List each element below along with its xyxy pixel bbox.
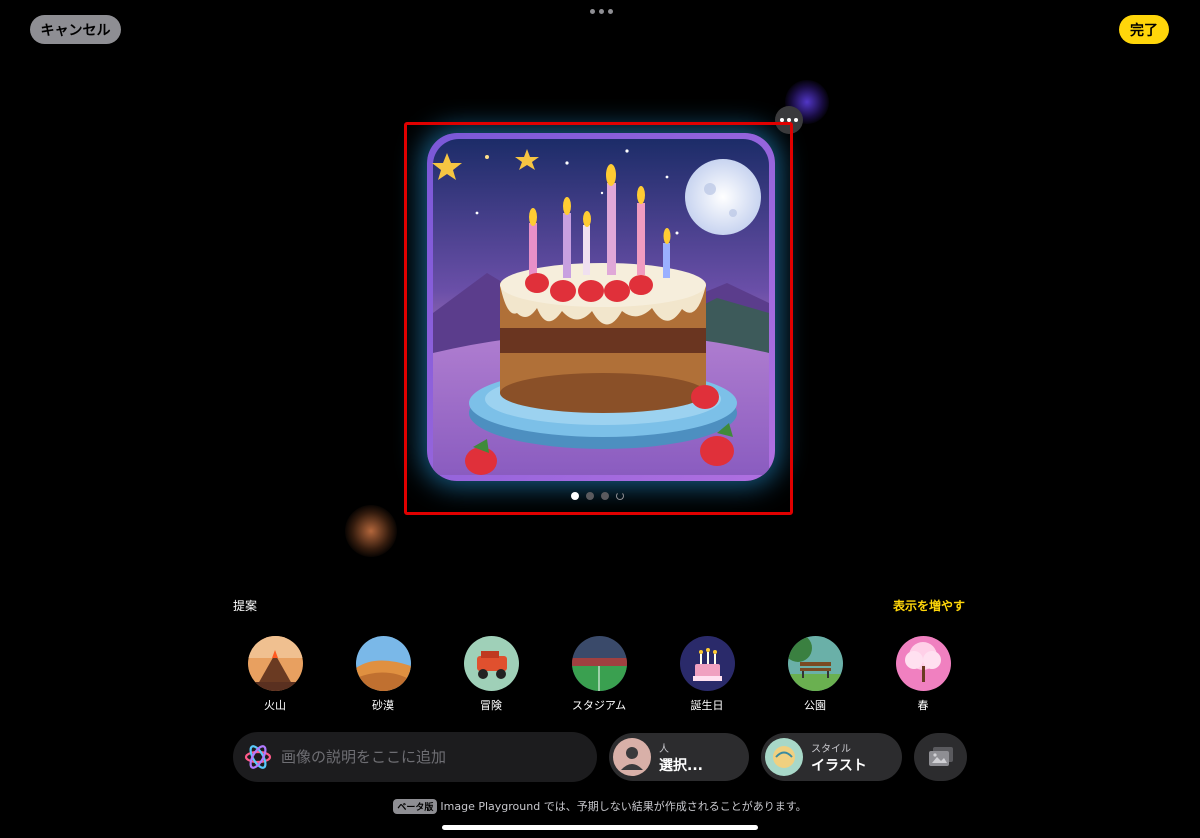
style-selector[interactable]: スタイル イラスト [761,733,902,781]
desert-icon [355,636,411,691]
person-selector[interactable]: 人 選択... [609,733,749,781]
jeep-icon [463,636,519,691]
image-playground-icon [243,742,273,772]
disclaimer: ベータ版 Image Playground では、予期しない結果が作成されること… [0,798,1200,814]
page-dot[interactable] [571,492,579,500]
page-dot[interactable] [586,492,594,500]
beta-badge: ベータ版 [393,798,438,814]
person-value: 選択... [659,757,703,774]
volcano-icon [247,636,303,691]
suggestion-label: 砂漠 [372,699,394,712]
suggestion-spring[interactable]: 春 [873,636,973,713]
suggestion-desert[interactable]: 砂漠 [333,636,433,713]
bench-icon [787,636,843,691]
generated-image[interactable] [427,133,775,481]
photo-library-button[interactable] [914,733,967,781]
loading-spinner-icon [616,492,624,500]
illustration-style-icon [765,738,803,776]
suggestion-adventure[interactable]: 冒険 [441,636,541,713]
cancel-button[interactable]: キャンセル [30,15,121,44]
style-value: イラスト [811,757,867,774]
suggestion-label: 誕生日 [690,699,724,712]
home-indicator[interactable] [442,825,758,830]
prompt-field[interactable] [233,732,597,782]
suggestion-stadium[interactable]: スタジアム [549,636,649,713]
suggestion-label: 公園 [804,699,826,712]
suggestions-row: 火山 砂漠 冒険 スタジアム 誕生日 公園 春 [0,636,1200,716]
person-icon [613,738,651,776]
show-more-link[interactable]: 表示を増やす [893,597,965,614]
stadium-icon [571,636,627,691]
cake-icon [679,636,735,691]
bubble-decoration [345,505,397,557]
prompt-input[interactable] [281,748,581,766]
page-indicator[interactable] [571,492,624,500]
page-dot[interactable] [601,492,609,500]
suggestion-birthday[interactable]: 誕生日 [657,636,757,713]
image-options-button[interactable] [775,106,803,134]
photo-library-icon [928,747,953,766]
person-label: 人 [659,743,669,755]
suggestion-label: 火山 [264,699,286,712]
suggestion-label: 冒険 [480,699,502,712]
suggestion-park[interactable]: 公園 [765,636,865,713]
style-label: スタイル [811,743,851,755]
cherry-blossom-icon [895,636,951,691]
disclaimer-text: Image Playground では、予期しない結果が作成されることがあります… [440,800,807,813]
suggestion-label: 春 [917,699,929,712]
suggestion-volcano[interactable]: 火山 [225,636,325,713]
suggestion-label: スタジアム [571,699,627,712]
suggestions-title: 提案 [233,599,258,613]
multitasking-handle[interactable] [590,9,613,14]
done-button[interactable]: 完了 [1119,15,1169,44]
